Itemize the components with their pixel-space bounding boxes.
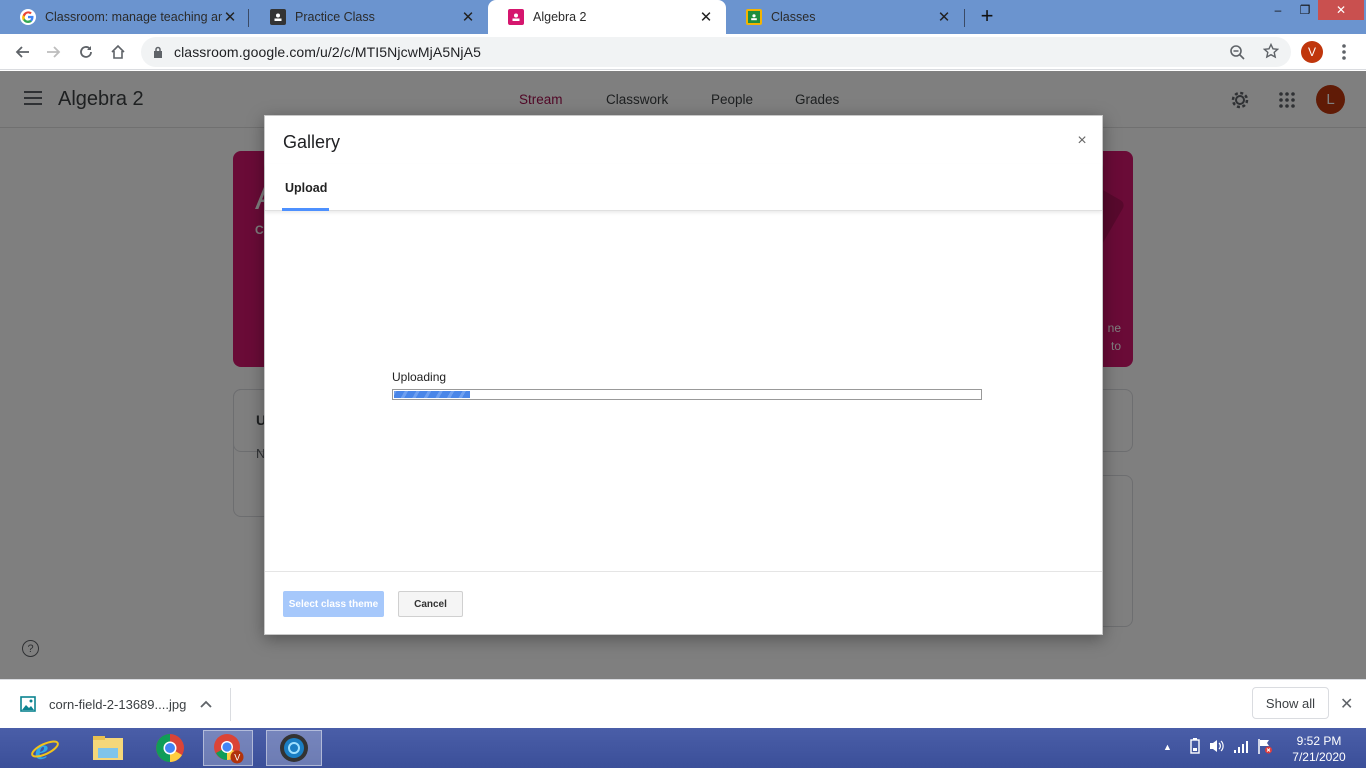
tab-label: Algebra 2 — [533, 10, 587, 24]
tab-classroom-home[interactable]: Classroom: manage teaching and ✕ — [0, 0, 250, 34]
tab-close-icon[interactable]: ✕ — [698, 9, 714, 26]
tab-close-icon[interactable]: ✕ — [460, 9, 476, 26]
tab-classes[interactable]: Classes ✕ — [726, 0, 964, 34]
file-explorer-icon[interactable] — [83, 730, 133, 766]
dialog-tab-bar: Upload — [265, 164, 1102, 211]
new-tab-button[interactable]: + — [977, 5, 997, 28]
tab-label: Classroom: manage teaching and — [45, 10, 222, 24]
classroom-icon — [270, 9, 286, 25]
clock-time: 9:52 PM — [1296, 734, 1342, 748]
download-file-name[interactable]: corn-field-2-13689....jpg — [49, 697, 186, 712]
media-app-icon[interactable] — [266, 730, 322, 766]
tab-close-icon[interactable]: ✕ — [222, 9, 238, 26]
tab-practice-class[interactable]: Practice Class ✕ — [250, 0, 488, 34]
windows-taskbar: e V ▲ 9:52 PM 7/21/2020 — [0, 728, 1366, 768]
volume-icon[interactable] — [1209, 738, 1225, 754]
forward-button[interactable] — [42, 40, 66, 64]
network-signal-icon[interactable] — [1233, 738, 1249, 754]
reload-button[interactable] — [74, 40, 98, 64]
tab-algebra-2[interactable]: Algebra 2 ✕ — [488, 0, 726, 34]
battery-icon[interactable] — [1190, 738, 1200, 754]
browser-tab-strip: Classroom: manage teaching and ✕ Practic… — [0, 0, 1366, 34]
reload-icon — [80, 46, 92, 58]
dialog-title: Gallery — [283, 132, 341, 152]
system-clock[interactable]: 9:52 PM 7/21/2020 — [1280, 733, 1358, 765]
clock-date: 7/21/2020 — [1292, 750, 1346, 764]
show-all-button[interactable]: Show all — [1252, 687, 1329, 719]
browser-toolbar: classroom.google.com/u/2/c/MTI5NjcwMjA5N… — [0, 34, 1366, 70]
action-center-flag-icon[interactable] — [1257, 738, 1273, 754]
dialog-close-icon[interactable]: × — [1074, 133, 1090, 149]
url-text: classroom.google.com/u/2/c/MTI5NjcwMjA5N… — [174, 44, 481, 60]
chrome-profile-v-taskbar-icon[interactable]: V — [203, 730, 253, 766]
arrow-right-icon — [47, 46, 61, 58]
tab-label: Classes — [771, 10, 816, 24]
back-button[interactable] — [10, 40, 34, 64]
dialog-footer: Select class theme Cancel — [265, 571, 1102, 634]
chrome-icon[interactable] — [145, 730, 195, 766]
chevron-up-icon[interactable] — [200, 700, 212, 708]
image-file-icon — [20, 696, 36, 712]
home-icon — [111, 44, 125, 59]
restore-button[interactable]: ❐ — [1290, 0, 1320, 20]
tab-separator — [248, 9, 249, 27]
select-class-theme-button[interactable]: Select class theme — [283, 591, 384, 617]
upload-progress-bar — [392, 389, 982, 400]
gallery-dialog: Gallery × Upload Uploading Select class … — [264, 115, 1103, 635]
internet-explorer-icon[interactable]: e — [20, 730, 70, 766]
tab-upload[interactable]: Upload — [285, 181, 327, 195]
window-close-button[interactable]: ✕ — [1318, 0, 1364, 20]
tab-close-icon[interactable]: ✕ — [936, 9, 952, 26]
google-g-icon — [20, 9, 36, 25]
classroom-green-icon — [746, 9, 762, 25]
cancel-button[interactable]: Cancel — [398, 591, 463, 617]
address-bar[interactable]: classroom.google.com/u/2/c/MTI5NjcwMjA5N… — [141, 37, 1291, 67]
upload-status: Uploading — [392, 370, 447, 384]
bookmark-star-icon[interactable] — [1263, 43, 1279, 59]
tab-separator — [964, 9, 965, 27]
lock-icon — [154, 46, 162, 58]
classroom-pink-icon — [508, 9, 524, 25]
zoom-out-icon[interactable] — [1229, 44, 1245, 60]
download-separator — [230, 688, 231, 721]
home-button[interactable] — [106, 40, 130, 64]
chrome-profile-avatar[interactable]: V — [1301, 41, 1323, 63]
arrow-left-icon — [15, 46, 29, 58]
close-download-shelf-icon[interactable]: ✕ — [1340, 694, 1353, 714]
upload-progress-fill — [394, 391, 471, 398]
active-tab-indicator — [282, 208, 329, 211]
download-shelf: corn-field-2-13689....jpg Show all ✕ — [0, 679, 1366, 728]
show-hidden-icons-button[interactable]: ▲ — [1163, 742, 1172, 752]
minimize-button[interactable]: – — [1263, 0, 1293, 20]
svg-text:V: V — [234, 753, 240, 763]
tab-label: Practice Class — [295, 10, 375, 24]
more-vert-icon[interactable] — [1340, 42, 1348, 62]
